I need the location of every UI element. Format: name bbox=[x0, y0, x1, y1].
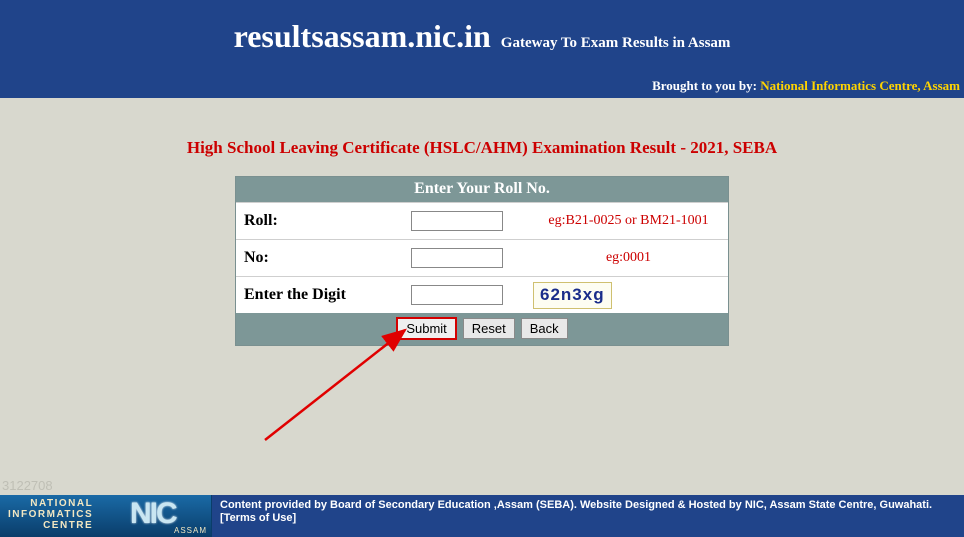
roll-input-cell bbox=[411, 211, 529, 231]
digit-input-cell bbox=[411, 285, 529, 305]
back-button[interactable]: Back bbox=[521, 318, 568, 339]
terms-of-use-link[interactable]: [Terms of Use] bbox=[220, 512, 296, 524]
nic-line1: NATIONAL bbox=[30, 498, 93, 509]
nic-line3: CENTRE bbox=[43, 520, 93, 531]
no-label: No: bbox=[236, 249, 411, 267]
footer-text: Content provided by Board of Secondary E… bbox=[212, 495, 964, 537]
captcha-image: 62n3xg bbox=[533, 282, 612, 309]
nic-big-text: NIC bbox=[130, 497, 176, 531]
captcha-cell: 62n3xg bbox=[529, 282, 728, 309]
roll-hint: eg:B21-0025 or BM21-1001 bbox=[529, 213, 728, 229]
reset-button[interactable]: Reset bbox=[463, 318, 515, 339]
site-header: resultsassam.nic.in Gateway To Exam Resu… bbox=[0, 0, 964, 98]
visitor-counter: 3122708 bbox=[2, 478, 53, 493]
roll-label: Roll: bbox=[236, 212, 411, 230]
digit-input[interactable] bbox=[411, 285, 503, 305]
header-title-block: resultsassam.nic.in Gateway To Exam Resu… bbox=[0, 0, 964, 55]
row-roll: Roll: eg:B21-0025 or BM21-1001 bbox=[236, 202, 728, 239]
form-footer: Submit Reset Back bbox=[236, 313, 728, 345]
roll-input[interactable] bbox=[411, 211, 503, 231]
row-no: No: eg:0001 bbox=[236, 239, 728, 276]
no-hint: eg:0001 bbox=[529, 250, 728, 266]
row-digit: Enter the Digit 62n3xg bbox=[236, 276, 728, 313]
nic-assam-link[interactable]: National Informatics Centre, Assam bbox=[760, 78, 960, 93]
nic-line2: INFORMATICS bbox=[8, 509, 93, 520]
submit-button[interactable]: Submit bbox=[396, 317, 456, 340]
site-footer: NATIONAL INFORMATICS CENTRE NIC ASSAM Co… bbox=[0, 495, 964, 537]
site-tagline: Gateway To Exam Results in Assam bbox=[501, 35, 731, 51]
nic-logo-text: NATIONAL INFORMATICS CENTRE bbox=[8, 498, 93, 531]
no-input[interactable] bbox=[411, 248, 503, 268]
nic-assam-text: ASSAM bbox=[174, 526, 207, 535]
footer-content: Content provided by Board of Secondary E… bbox=[220, 499, 932, 511]
digit-label: Enter the Digit bbox=[236, 286, 411, 304]
brought-to-you-by: Brought to you by: National Informatics … bbox=[652, 78, 960, 94]
site-name: resultsassam.nic.in bbox=[234, 18, 491, 54]
brought-label: Brought to you by: bbox=[652, 78, 760, 93]
no-input-cell bbox=[411, 248, 529, 268]
roll-form: Enter Your Roll No. Roll: eg:B21-0025 or… bbox=[235, 176, 729, 346]
form-header: Enter Your Roll No. bbox=[236, 177, 728, 202]
page-title: High School Leaving Certificate (HSLC/AH… bbox=[0, 138, 964, 158]
nic-logo: NATIONAL INFORMATICS CENTRE NIC ASSAM bbox=[0, 495, 212, 537]
